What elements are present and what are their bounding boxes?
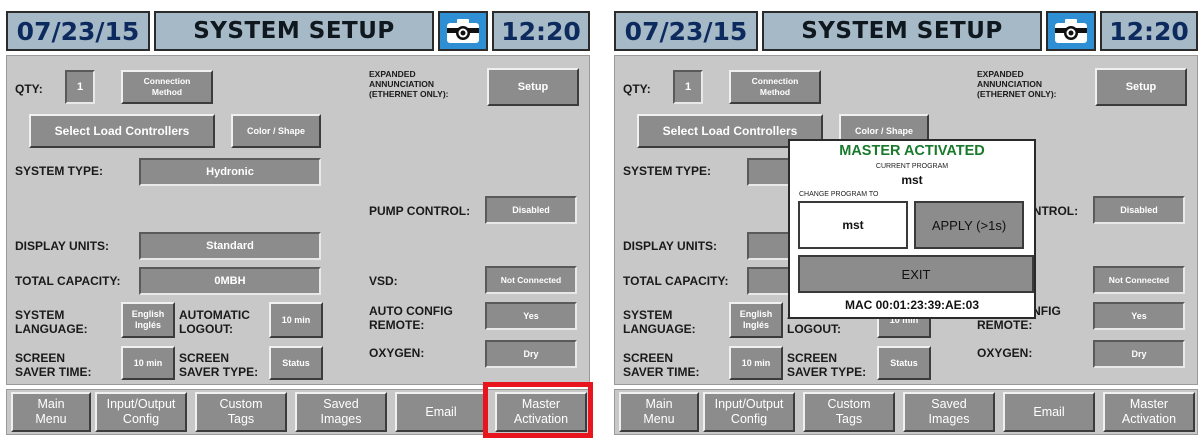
input-output-config-button[interactable]: Input/Output Config <box>703 392 795 432</box>
pump-control-field[interactable]: Disabled <box>1093 196 1185 224</box>
auto-config-remote-field[interactable]: Yes <box>1093 302 1185 330</box>
pump-control-label: PUMP CONTROL: <box>369 204 471 218</box>
camera-button[interactable] <box>438 11 488 51</box>
date-display: 07/23/15 <box>614 11 758 51</box>
system-setup-screen-right: 07/23/15 SYSTEM SETUP 12:20 QTY: 1 Conne… <box>610 3 1200 437</box>
qty-label: QTY: <box>15 82 43 96</box>
display-units-field[interactable]: Standard <box>139 232 321 260</box>
auto-config-remote-label: AUTO CONFIG REMOTE: <box>369 304 453 332</box>
qty-field[interactable]: 1 <box>65 70 95 104</box>
custom-tags-button[interactable]: Custom Tags <box>803 392 895 432</box>
change-program-label: CHANGE PROGRAM TO <box>799 191 879 198</box>
main-menu-button[interactable]: Main Menu <box>619 392 699 432</box>
saved-images-button[interactable]: Saved Images <box>295 392 387 432</box>
oxygen-field[interactable]: Dry <box>1093 340 1185 368</box>
change-program-input[interactable]: mst <box>798 201 908 249</box>
current-program-label: CURRENT PROGRAM <box>875 163 949 170</box>
qty-label: QTY: <box>623 82 651 96</box>
dialog-title: MASTER ACTIVATED <box>839 143 985 159</box>
email-button[interactable]: Email <box>1003 392 1095 432</box>
camera-button[interactable] <box>1046 11 1096 51</box>
email-button[interactable]: Email <box>395 392 487 432</box>
screen-saver-type-button[interactable]: Status <box>269 346 323 380</box>
system-type-field[interactable]: Hydronic <box>139 158 321 186</box>
screen-saver-time-label: SCREEN SAVER TIME: <box>15 351 92 379</box>
screen-saver-time-label: SCREEN SAVER TIME: <box>623 351 700 379</box>
camera-icon <box>447 19 479 43</box>
total-capacity-field[interactable]: 0MBH <box>139 267 321 295</box>
vsd-label: VSD: <box>369 274 398 288</box>
connection-method-button[interactable]: Connection Method <box>729 70 821 104</box>
master-activation-button[interactable]: Master Activation <box>1103 392 1195 432</box>
oxygen-field[interactable]: Dry <box>485 340 577 368</box>
current-program-value: mst <box>901 173 923 187</box>
screen-saver-type-label: SCREEN SAVER TYPE: <box>787 351 867 379</box>
screen-saver-time-button[interactable]: 10 min <box>121 346 175 380</box>
time-display: 12:20 <box>492 11 590 51</box>
system-language-button[interactable]: English Inglés <box>729 302 783 338</box>
system-language-label: SYSTEM LANGUAGE: <box>623 308 696 336</box>
system-language-button[interactable]: English Inglés <box>121 302 175 338</box>
color-shape-button[interactable]: Color / Shape <box>231 114 321 148</box>
settings-area: QTY: 1 Connection Method EXPANDED ANNUNC… <box>6 55 590 385</box>
main-menu-button[interactable]: Main Menu <box>11 392 91 432</box>
mac-address: MAC 00:01:23:39:AE:03 <box>844 298 980 312</box>
qty-field[interactable]: 1 <box>673 70 703 104</box>
input-output-config-button[interactable]: Input/Output Config <box>95 392 187 432</box>
automatic-logout-button[interactable]: 10 min <box>269 302 323 338</box>
display-units-label: DISPLAY UNITS: <box>623 239 718 253</box>
pump-control-field[interactable]: Disabled <box>485 196 577 224</box>
custom-tags-button[interactable]: Custom Tags <box>195 392 287 432</box>
system-language-label: SYSTEM LANGUAGE: <box>15 308 88 336</box>
time-display: 12:20 <box>1100 11 1198 51</box>
automatic-logout-label: AUTOMATIC LOGOUT: <box>179 308 250 336</box>
screen-saver-type-button[interactable]: Status <box>877 346 931 380</box>
bottom-nav: Main Menu Input/Output Config Custom Tag… <box>614 389 1198 435</box>
system-type-label: SYSTEM TYPE: <box>15 164 104 178</box>
screen-saver-time-button[interactable]: 10 min <box>729 346 783 380</box>
select-load-controllers-button[interactable]: Select Load Controllers <box>29 114 215 148</box>
apply-button[interactable]: APPLY (>1s) <box>914 201 1024 249</box>
system-type-label: SYSTEM TYPE: <box>623 164 712 178</box>
total-capacity-label: TOTAL CAPACITY: <box>15 274 121 288</box>
camera-icon <box>1055 19 1087 43</box>
system-setup-screen-left: 07/23/15 SYSTEM SETUP 12:20 QTY: 1 Conne… <box>2 3 593 438</box>
page-title: SYSTEM SETUP <box>154 11 434 51</box>
display-units-label: DISPLAY UNITS: <box>15 239 110 253</box>
connection-method-button[interactable]: Connection Method <box>121 70 213 104</box>
master-activated-dialog: MASTER ACTIVATED CURRENT PROGRAM mst CHA… <box>788 139 1036 319</box>
saved-images-button[interactable]: Saved Images <box>903 392 995 432</box>
vsd-field[interactable]: Not Connected <box>485 266 577 294</box>
auto-config-remote-field[interactable]: Yes <box>485 302 577 330</box>
vsd-field[interactable]: Not Connected <box>1093 266 1185 294</box>
expanded-annunciation-label: EXPANDED ANNUNCIATION (ETHERNET ONLY): <box>369 69 449 99</box>
master-activation-highlight <box>483 382 593 438</box>
setup-button[interactable]: Setup <box>487 68 579 106</box>
page-title: SYSTEM SETUP <box>762 11 1042 51</box>
oxygen-label: OXYGEN: <box>369 346 425 360</box>
expanded-annunciation-label: EXPANDED ANNUNCIATION (ETHERNET ONLY): <box>977 69 1057 99</box>
date-display: 07/23/15 <box>6 11 150 51</box>
screen-saver-type-label: SCREEN SAVER TYPE: <box>179 351 259 379</box>
setup-button[interactable]: Setup <box>1095 68 1187 106</box>
exit-button[interactable]: EXIT <box>798 255 1034 293</box>
total-capacity-label: TOTAL CAPACITY: <box>623 274 729 288</box>
oxygen-label: OXYGEN: <box>977 346 1033 360</box>
